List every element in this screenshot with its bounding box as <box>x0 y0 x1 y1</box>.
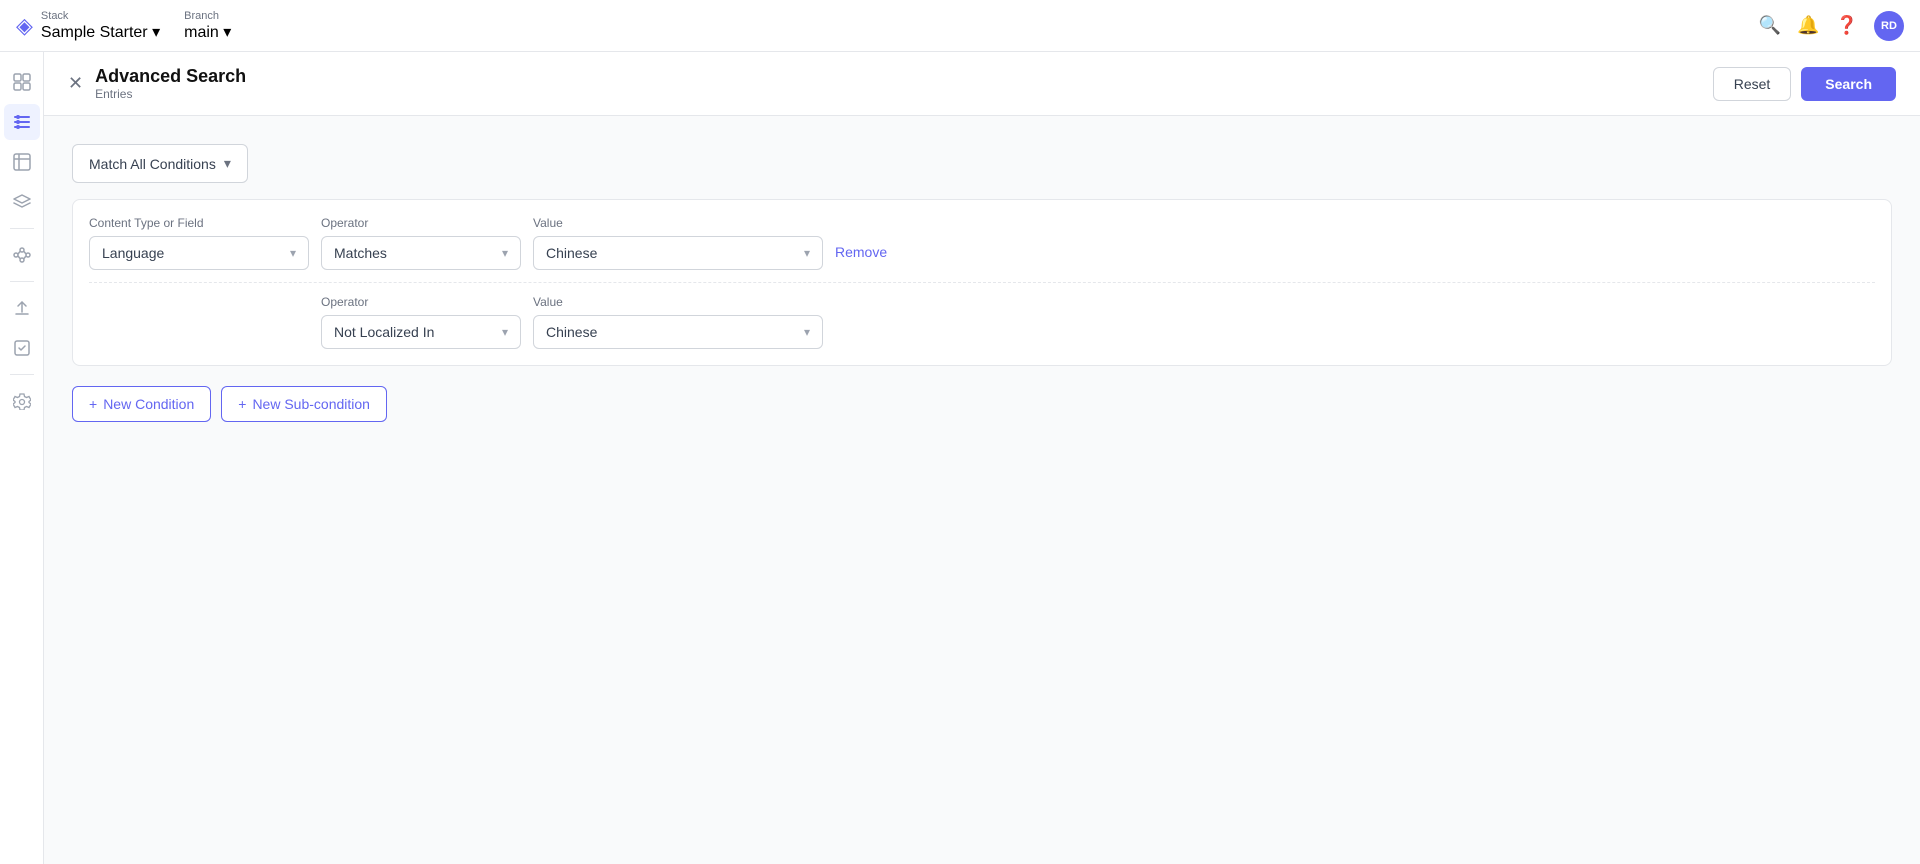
sub-condition-row: Operator Not Localized In ▾ Value Chines… <box>89 282 1875 349</box>
sidebar <box>0 52 44 864</box>
new-condition-button[interactable]: + New Condition <box>72 386 211 422</box>
header-title-block: Advanced Search Entries <box>95 66 246 101</box>
search-button[interactable]: Search <box>1801 67 1896 101</box>
value-chevron-icon-1: ▾ <box>804 246 810 260</box>
new-condition-plus-icon: + <box>89 396 97 412</box>
new-sub-condition-plus-icon: + <box>238 396 246 412</box>
condition-row-1: Content Type or Field Language ▾ Operato… <box>89 216 1875 270</box>
content-type-label: Content Type or Field <box>89 216 309 230</box>
sidebar-divider-3 <box>10 374 34 375</box>
sidebar-item-dashboard[interactable] <box>4 64 40 100</box>
new-condition-label: New Condition <box>103 396 194 412</box>
value-value-1: Chinese <box>546 245 597 261</box>
operator-col-1: Operator Matches ▾ <box>321 216 521 270</box>
sidebar-item-settings[interactable] <box>4 383 40 419</box>
operator-label-1: Operator <box>321 216 521 230</box>
value-select-2[interactable]: Chinese ▾ <box>533 315 823 349</box>
operator-chevron-icon-1: ▾ <box>502 246 508 260</box>
operator-chevron-icon-2: ▾ <box>502 325 508 339</box>
stack-label: Stack <box>41 10 160 22</box>
operator-value-2: Not Localized In <box>334 324 434 340</box>
stack-info: Stack Sample Starter ▾ <box>41 10 160 42</box>
header-bar: ✕ Advanced Search Entries Reset Search <box>44 52 1920 116</box>
close-button[interactable]: ✕ <box>68 73 83 94</box>
logo-icon[interactable]: ◈ <box>16 13 33 39</box>
search-body: Match All Conditions ▾ Content Type or F… <box>44 116 1920 864</box>
reset-button[interactable]: Reset <box>1713 67 1792 101</box>
new-sub-condition-label: New Sub-condition <box>252 396 370 412</box>
sidebar-item-tasks[interactable] <box>4 330 40 366</box>
content-type-value: Language <box>102 245 164 261</box>
sidebar-item-list[interactable] <box>4 104 40 140</box>
match-all-dropdown[interactable]: Match All Conditions ▾ <box>72 144 248 183</box>
value-label-1: Value <box>533 216 823 230</box>
stack-chevron-icon: ▾ <box>152 24 160 41</box>
stack-name[interactable]: Sample Starter ▾ <box>41 22 160 42</box>
sidebar-item-deploy[interactable] <box>4 290 40 326</box>
top-nav: ◈ Stack Sample Starter ▾ Branch main ▾ 🔍… <box>0 0 1920 52</box>
remove-col: Remove <box>835 216 887 260</box>
new-sub-condition-button[interactable]: + New Sub-condition <box>221 386 387 422</box>
sidebar-item-fields[interactable] <box>4 144 40 180</box>
operator-value-1: Matches <box>334 245 387 261</box>
page-title: Advanced Search <box>95 66 246 87</box>
bottom-buttons: + New Condition + New Sub-condition <box>72 386 1892 422</box>
conditions-wrapper: Content Type or Field Language ▾ Operato… <box>72 199 1892 366</box>
match-dropdown-chevron-icon: ▾ <box>224 155 231 172</box>
content-type-chevron-icon: ▾ <box>290 246 296 260</box>
bell-icon[interactable]: 🔔 <box>1797 15 1819 36</box>
value-col-2: Value Chinese ▾ <box>533 295 823 349</box>
content-area: ✕ Advanced Search Entries Reset Search M… <box>44 52 1920 864</box>
header-left: ✕ Advanced Search Entries <box>68 66 246 101</box>
page-subtitle: Entries <box>95 87 246 101</box>
content-type-select[interactable]: Language ▾ <box>89 236 309 270</box>
operator-select-1[interactable]: Matches ▾ <box>321 236 521 270</box>
branch-chevron-icon: ▾ <box>223 24 231 41</box>
sidebar-item-connections[interactable] <box>4 237 40 273</box>
sidebar-divider-2 <box>10 281 34 282</box>
value-label-2: Value <box>533 295 823 309</box>
value-value-2: Chinese <box>546 324 597 340</box>
branch-info: Branch main ▾ <box>184 10 231 42</box>
sidebar-item-layers[interactable] <box>4 184 40 220</box>
match-dropdown-label: Match All Conditions <box>89 156 216 172</box>
value-select-1[interactable]: Chinese ▾ <box>533 236 823 270</box>
operator-label-2: Operator <box>321 295 521 309</box>
sidebar-divider-1 <box>10 228 34 229</box>
value-col-1: Value Chinese ▾ <box>533 216 823 270</box>
content-type-col: Content Type or Field Language ▾ <box>89 216 309 270</box>
avatar[interactable]: RD <box>1874 11 1904 41</box>
main-layout: ✕ Advanced Search Entries Reset Search M… <box>0 52 1920 864</box>
match-header: Match All Conditions ▾ <box>72 144 1892 199</box>
branch-label: Branch <box>184 10 231 22</box>
help-icon[interactable]: ❓ <box>1836 15 1858 36</box>
value-chevron-icon-2: ▾ <box>804 325 810 339</box>
search-icon[interactable]: 🔍 <box>1759 15 1781 36</box>
remove-button[interactable]: Remove <box>835 244 887 260</box>
operator-select-2[interactable]: Not Localized In ▾ <box>321 315 521 349</box>
nav-right: 🔍 🔔 ❓ RD <box>1759 11 1904 41</box>
nav-left: ◈ Stack Sample Starter ▾ Branch main ▾ <box>16 10 231 42</box>
header-actions: Reset Search <box>1713 67 1896 101</box>
branch-name[interactable]: main ▾ <box>184 22 231 42</box>
operator-col-2: Operator Not Localized In ▾ <box>321 295 521 349</box>
